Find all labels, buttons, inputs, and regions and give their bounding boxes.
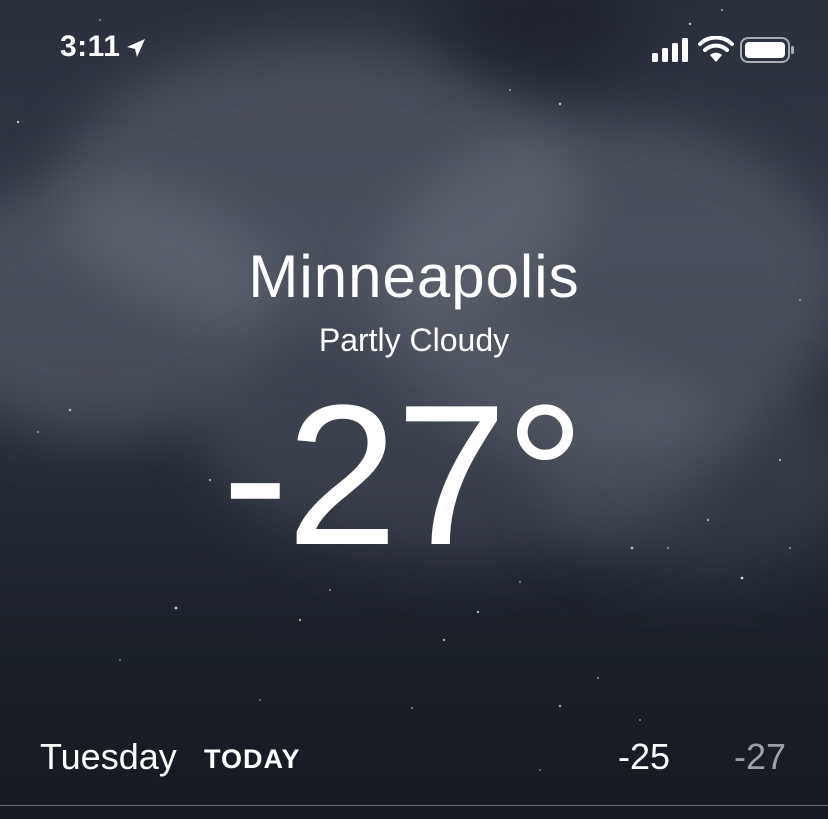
today-badge: TODAY: [204, 744, 301, 774]
battery-icon: [740, 37, 794, 63]
high-temperature: -25: [617, 736, 670, 777]
cellular-signal-icon: [652, 38, 688, 62]
status-bar: 3:11: [0, 0, 828, 96]
city-name: Minneapolis: [248, 243, 580, 310]
day-label: Tuesday: [40, 736, 177, 777]
weather-condition: Partly Cloudy: [318, 322, 510, 358]
wifi-icon: [698, 36, 734, 62]
today-forecast-row[interactable]: Tuesday TODAY -25 -27: [0, 736, 828, 786]
current-temperature: -27°: [222, 364, 585, 587]
divider: [0, 805, 828, 806]
location-arrow-icon: [127, 39, 145, 57]
status-time: 3:11: [60, 30, 121, 63]
low-temperature: -27: [733, 736, 786, 777]
